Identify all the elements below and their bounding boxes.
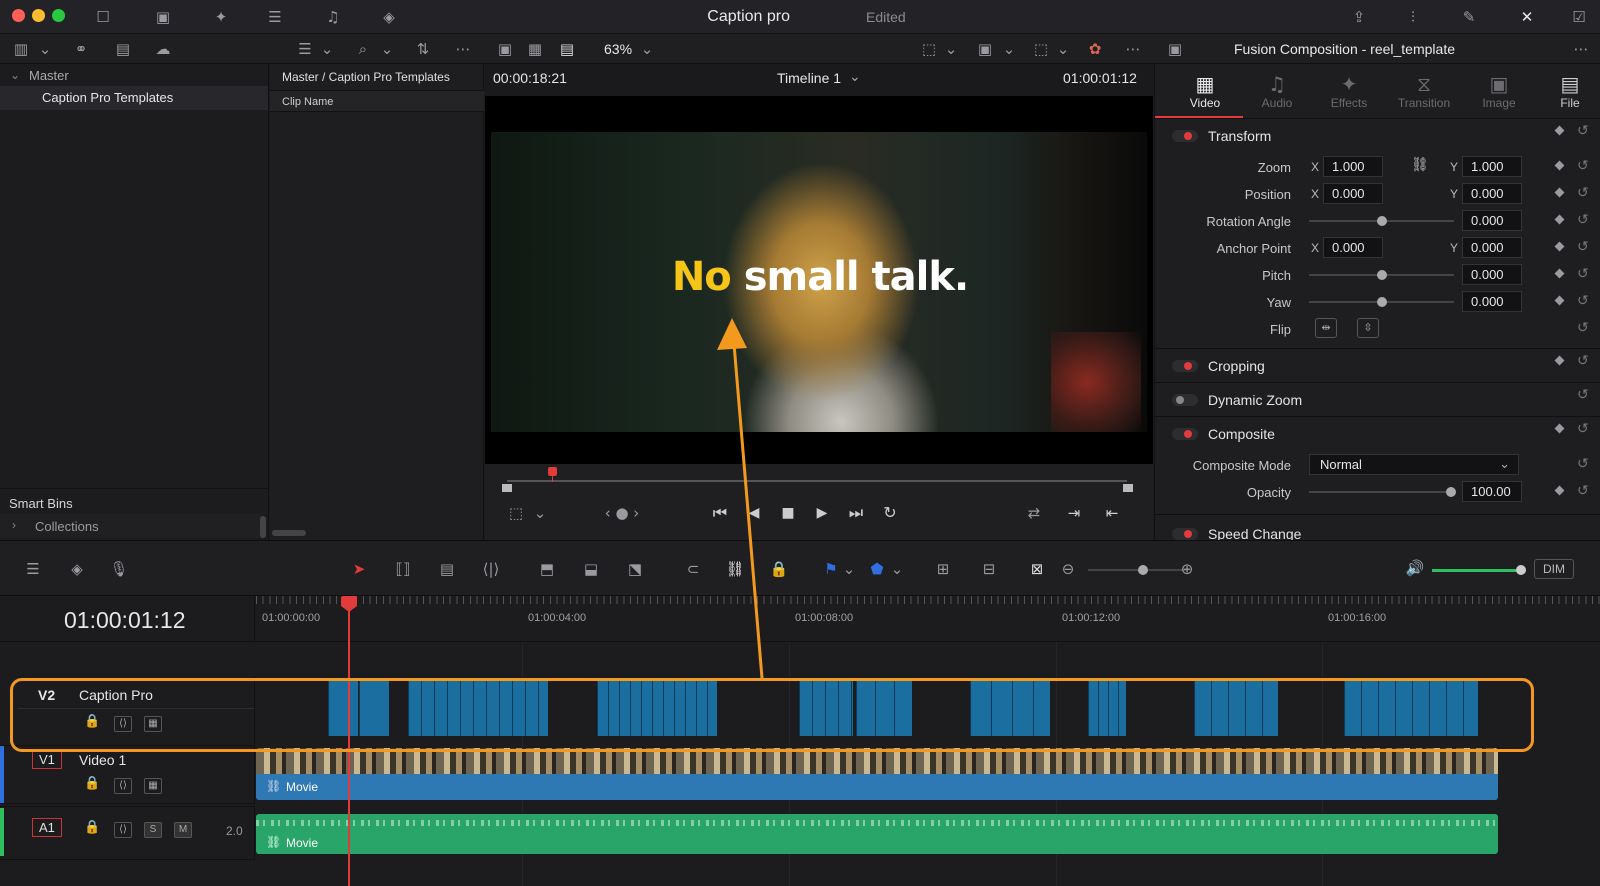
annotation-arrow	[717, 318, 764, 679]
